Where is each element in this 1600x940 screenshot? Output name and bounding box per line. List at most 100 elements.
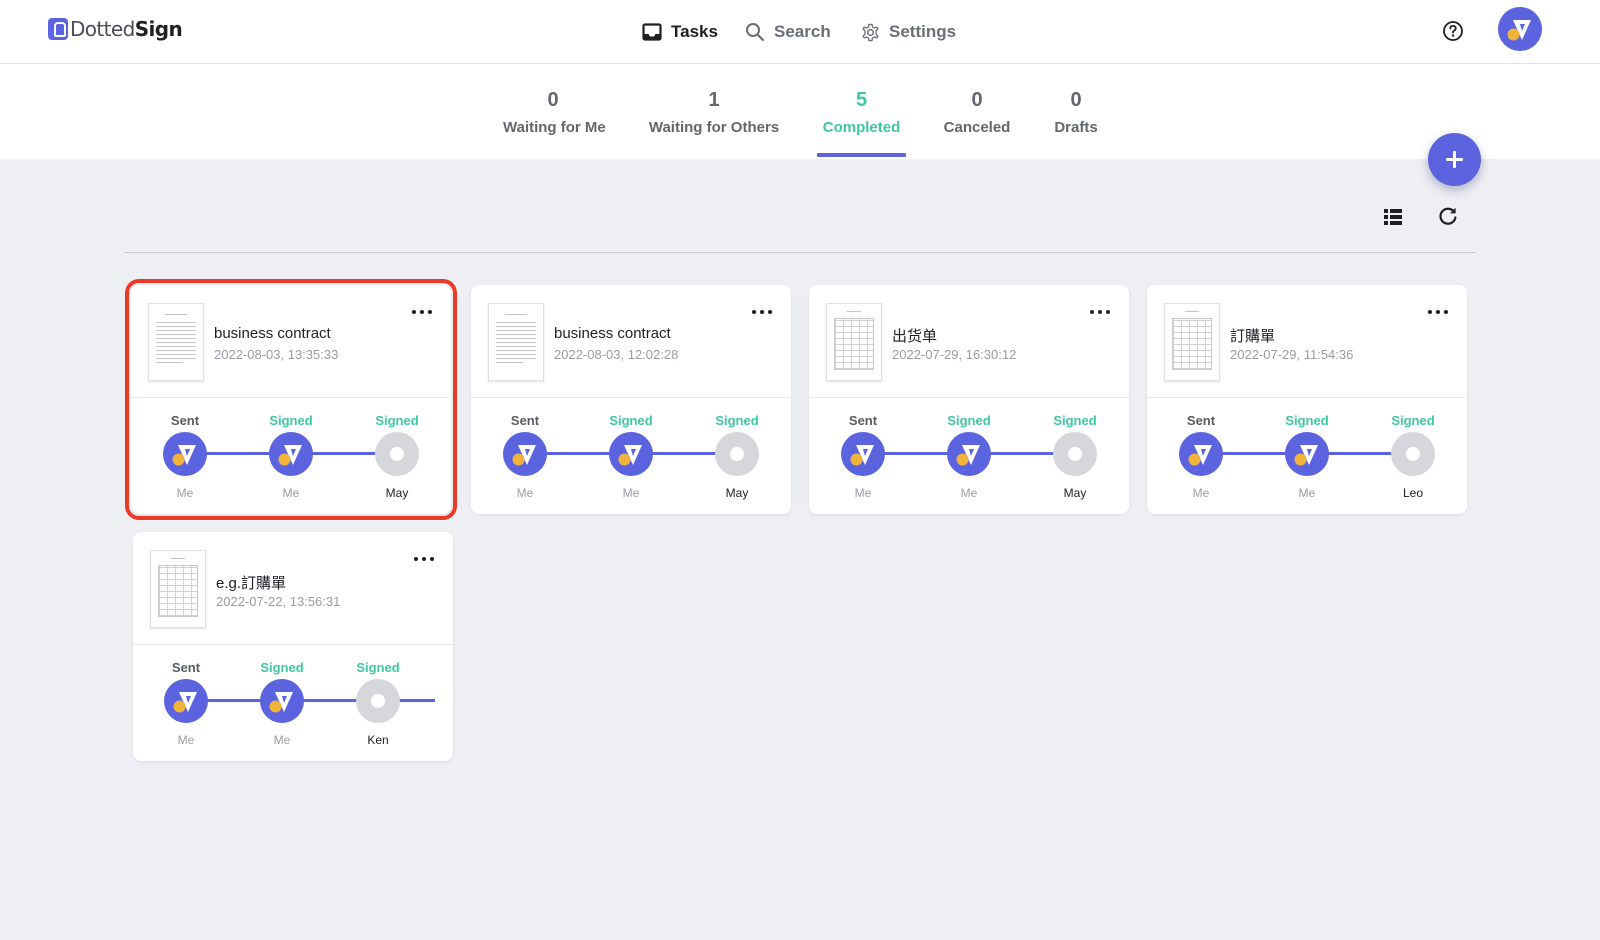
step-status: Signed [715, 413, 759, 428]
tab-label: Completed [822, 119, 901, 136]
tab-waiting-for-me[interactable]: 0 Waiting for Me [503, 88, 606, 136]
more-options-button[interactable] [751, 305, 773, 319]
document-title: 出货单 [892, 328, 938, 345]
pending-signer-icon [375, 432, 419, 476]
avatar-icon [278, 445, 302, 466]
signer-name: Ken [367, 733, 389, 747]
tab-count: 1 [708, 89, 720, 111]
dottedsign-logo[interactable]: DottedSign [48, 17, 183, 41]
signer-avatar [1285, 432, 1329, 476]
document-date: 2022-07-22, 13:56:31 [216, 594, 341, 609]
step-status: Signed [1285, 413, 1329, 428]
avatar-icon [618, 445, 642, 466]
tab-completed[interactable]: 5 Completed [817, 88, 906, 136]
signer-name: Me [854, 486, 872, 500]
refresh-button[interactable] [1437, 205, 1459, 227]
tab-count: 5 [855, 89, 868, 111]
nav-search[interactable]: Search [745, 18, 831, 46]
main-nav: Tasks Search Settings [0, 0, 1600, 64]
signer-avatar [260, 679, 304, 723]
document-date: 2022-08-03, 13:35:33 [214, 347, 339, 362]
signer-avatar [164, 679, 208, 723]
step-status: Signed [269, 413, 313, 428]
gear-icon [862, 23, 879, 41]
more-options-button[interactable] [413, 552, 435, 566]
signing-flow: Sent Me Signed Me Signed Ken [133, 644, 453, 761]
tab-count: 0 [971, 89, 983, 111]
list-view-button[interactable] [1383, 207, 1403, 227]
avatar-icon [1507, 20, 1531, 41]
step-status: Signed [947, 413, 991, 428]
search-icon [746, 23, 765, 42]
task-card[interactable]: business contract 2022-08-03, 12:02:28 S… [471, 285, 791, 514]
task-card[interactable]: e.g.訂購單 2022-07-22, 13:56:31 Sent Me Sig… [133, 532, 453, 761]
nav-tasks-label: Tasks [671, 22, 718, 41]
step-status: Signed [1053, 413, 1097, 428]
pending-signer-icon [1053, 432, 1097, 476]
signer-avatar [1179, 432, 1223, 476]
signer-name: Me [960, 486, 978, 500]
document-thumbnail [488, 303, 544, 381]
nav-search-label: Search [774, 22, 831, 41]
pen-logo-icon [48, 18, 68, 40]
step-status: Sent [1186, 413, 1216, 428]
more-options-button[interactable] [1427, 305, 1449, 319]
signing-flow: Sent Me Signed Me Signed May [809, 397, 1129, 514]
step-status: Sent [848, 413, 878, 428]
task-card[interactable]: business contract 2022-08-03, 13:35:33 S… [125, 279, 457, 520]
help-button[interactable] [1442, 20, 1464, 42]
signer-name: Me [177, 733, 195, 747]
tab-label: Canceled [943, 119, 1011, 136]
avatar-icon [1188, 445, 1212, 466]
document-thumbnail [148, 303, 204, 381]
document-date: 2022-08-03, 12:02:28 [554, 347, 679, 362]
nav-tasks[interactable]: Tasks [642, 18, 718, 46]
signer-avatar [163, 432, 207, 476]
signer-name: Me [1298, 486, 1316, 500]
tab-drafts[interactable]: 0 Drafts [1046, 88, 1106, 136]
step-status: Sent [170, 413, 200, 428]
tab-label: Waiting for Others [648, 119, 780, 136]
avatar-icon [512, 445, 536, 466]
nav-settings[interactable]: Settings [861, 18, 956, 46]
toolbar-divider [124, 252, 1476, 253]
step-status: Signed [375, 413, 419, 428]
signer-name: Me [176, 486, 194, 500]
tab-count: 0 [1070, 89, 1082, 111]
avatar-icon [172, 445, 196, 466]
document-date: 2022-07-29, 11:54:36 [1230, 347, 1354, 362]
document-date: 2022-07-29, 16:30:12 [892, 347, 1017, 362]
pending-signer-icon [356, 679, 400, 723]
tab-label: Drafts [1054, 119, 1098, 136]
add-task-button[interactable] [1428, 133, 1481, 186]
tab-count: 0 [547, 89, 559, 111]
more-options-button[interactable] [1089, 305, 1111, 319]
step-status: Signed [356, 660, 400, 675]
signer-avatar [947, 432, 991, 476]
avatar-icon [956, 445, 980, 466]
signer-avatar [841, 432, 885, 476]
more-options-button[interactable] [411, 305, 433, 319]
avatar-icon [850, 445, 874, 466]
document-thumbnail [150, 550, 206, 628]
inbox-icon [642, 23, 662, 41]
tab-label: Waiting for Me [503, 119, 606, 136]
task-card[interactable]: 出货单 2022-07-29, 16:30:12 Sent Me Signed … [809, 285, 1129, 514]
document-thumbnail [826, 303, 882, 381]
signer-name: Me [1192, 486, 1210, 500]
refresh-icon [1439, 207, 1457, 225]
signing-flow: Sent Me Signed Me Signed May [471, 397, 791, 514]
active-tab-indicator [817, 153, 906, 157]
signer-name: Me [273, 733, 291, 747]
step-status: Signed [1391, 413, 1435, 428]
document-title: e.g.訂購單 [216, 575, 287, 592]
nav-settings-label: Settings [889, 22, 957, 41]
task-card[interactable]: 訂購單 2022-07-29, 11:54:36 Sent Me Signed … [1147, 285, 1467, 514]
signer-name: Me [516, 486, 534, 500]
signer-name: May [725, 486, 749, 500]
signer-avatar [609, 432, 653, 476]
tab-waiting-for-others[interactable]: 1 Waiting for Others [646, 88, 782, 136]
tab-canceled[interactable]: 0 Canceled [937, 88, 1017, 136]
signing-flow: Sent Me Signed Me Signed Leo [1147, 397, 1467, 514]
user-avatar[interactable] [1498, 7, 1542, 51]
